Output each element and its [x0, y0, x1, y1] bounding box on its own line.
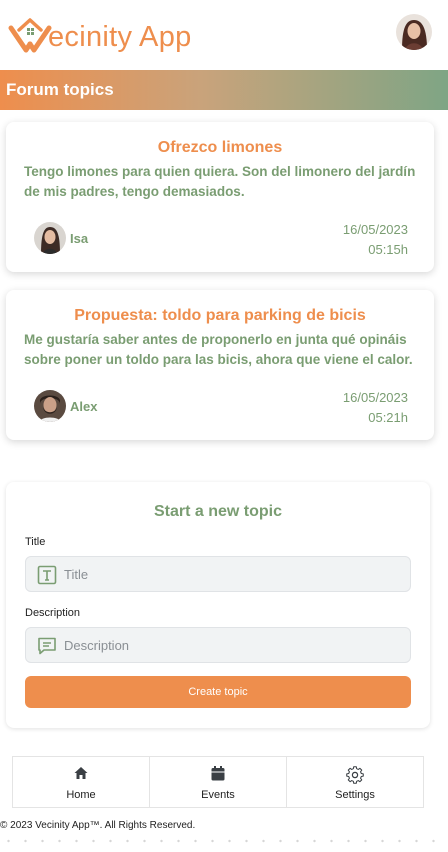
app-header: ecinity App: [0, 0, 448, 72]
topic-date: 16/05/2023: [342, 222, 408, 237]
create-topic-button[interactable]: Create topic: [25, 676, 411, 708]
topic-card[interactable]: Ofrezco limones Tengo limones para quien…: [6, 122, 434, 272]
nav-events[interactable]: Events: [150, 757, 287, 807]
comment-icon: [37, 636, 57, 656]
description-field[interactable]: [25, 627, 411, 663]
topic-card[interactable]: Propuesta: toldo para parking de bicis M…: [6, 290, 434, 440]
author-avatar: [34, 222, 66, 254]
topic-author[interactable]: Alex: [34, 390, 97, 422]
author-name: Alex: [70, 398, 98, 414]
app-logo[interactable]: ecinity App: [8, 14, 192, 58]
topic-datetime: 16/05/2023 05:15h: [343, 220, 408, 260]
house-hands-logo-icon: [8, 16, 52, 56]
nav-events-label: Events: [201, 789, 235, 801]
nav-settings-label: Settings: [335, 789, 375, 801]
form-heading: Start a new topic: [153, 503, 283, 520]
gear-icon: [346, 766, 364, 784]
decorative-dots: [0, 838, 448, 844]
topic-author[interactable]: Isa: [34, 222, 88, 254]
topic-description: Me gustaría saber antes de proponerlo en…: [24, 332, 413, 367]
nav-settings[interactable]: Settings: [287, 757, 423, 807]
topic-datetime: 16/05/2023 05:21h: [343, 388, 408, 428]
section-title: Forum topics: [6, 80, 114, 99]
new-topic-form: Start a new topic Title Description Crea…: [6, 482, 430, 728]
topic-title[interactable]: Propuesta: toldo para parking de bicis: [6, 307, 434, 325]
topic-time: 05:21h: [368, 410, 408, 425]
footer-copyright: © 2023 Vecinity App™. All Rights Reserve…: [0, 820, 196, 831]
topic-date: 16/05/2023: [342, 390, 408, 405]
nav-home-label: Home: [66, 789, 96, 801]
text-format-icon: [37, 565, 57, 585]
forum-topics-bar: Forum topics: [0, 70, 448, 110]
description-input[interactable]: [64, 628, 394, 662]
bottom-navigation: Home Events Settings: [12, 756, 424, 808]
calendar-icon: [211, 766, 225, 781]
home-icon: [74, 767, 88, 779]
user-avatar[interactable]: [396, 14, 432, 50]
title-label: Title: [25, 536, 46, 548]
topic-description: Tengo limones para quien quiera. Son del…: [24, 164, 416, 199]
topic-time: 05:15h: [368, 242, 408, 257]
nav-home[interactable]: Home: [13, 757, 150, 807]
title-field[interactable]: [25, 556, 411, 592]
app-name: ecinity App: [48, 20, 192, 53]
description-label: Description: [25, 607, 81, 619]
topic-title[interactable]: Ofrezco limones: [6, 139, 434, 157]
author-name: Isa: [70, 230, 89, 246]
author-avatar: [34, 390, 66, 422]
title-input[interactable]: [64, 557, 394, 591]
